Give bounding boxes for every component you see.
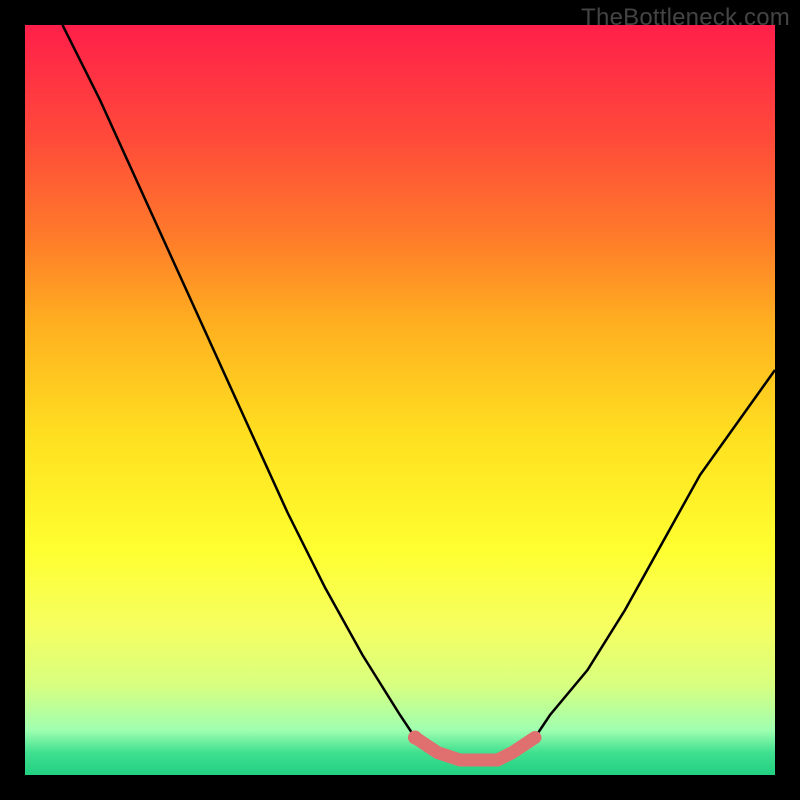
chart-svg bbox=[25, 25, 775, 775]
bottleneck-curve bbox=[63, 25, 776, 760]
watermark-text: TheBottleneck.com bbox=[581, 4, 790, 32]
highlight-start-dot-icon bbox=[408, 731, 422, 745]
chart-plot-area bbox=[25, 25, 775, 775]
chart-frame: TheBottleneck.com bbox=[0, 0, 800, 800]
optimal-range-highlight bbox=[415, 738, 535, 761]
